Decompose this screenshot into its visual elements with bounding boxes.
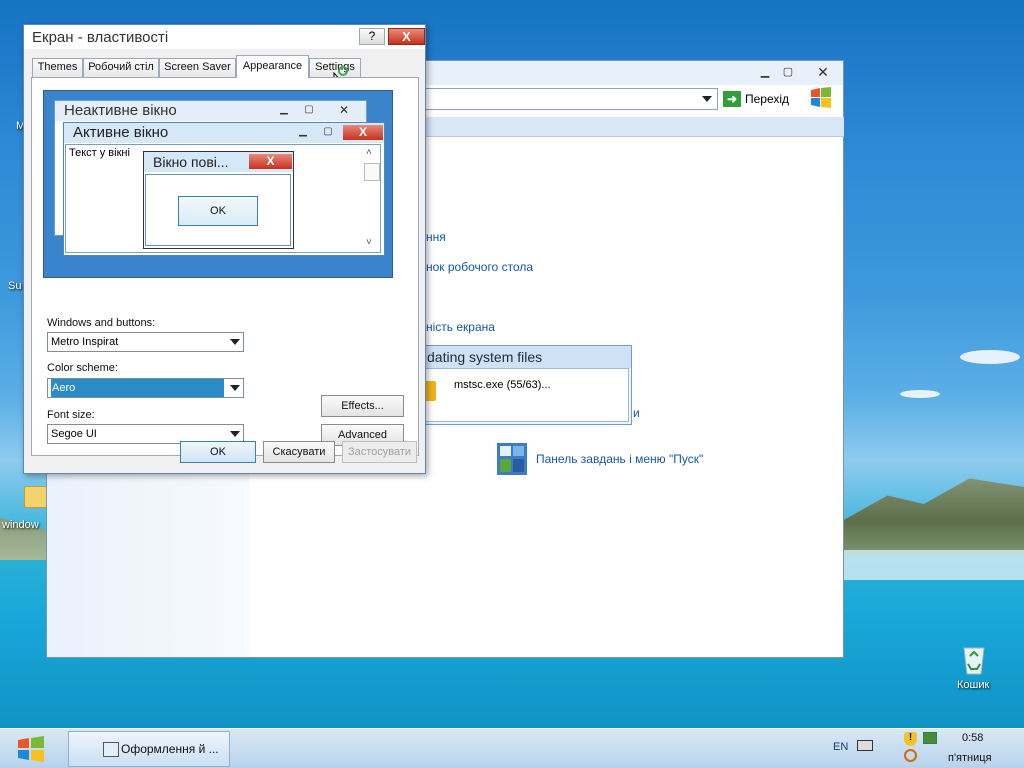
cp-link[interactable]: ння <box>426 230 446 244</box>
cp-link[interactable]: и <box>633 406 640 420</box>
address-bar[interactable] <box>422 88 718 110</box>
close-icon: X <box>249 154 292 169</box>
tab-screen-saver[interactable]: Screen Saver <box>159 58 236 77</box>
desktop-lake <box>842 550 1024 580</box>
preview-ok-button: OK <box>178 196 258 226</box>
dialog-title: Екран - властивості <box>32 29 169 46</box>
cloud <box>900 390 940 398</box>
desktop-icon-label[interactable]: Su <box>8 280 21 292</box>
folder-icon[interactable] <box>24 486 48 508</box>
recycle-bin-icon[interactable] <box>956 640 992 676</box>
color-scheme-label: Color scheme: <box>47 362 118 374</box>
windows-logo-icon <box>18 736 44 762</box>
go-button[interactable]: Перехід <box>745 92 789 106</box>
cp-link[interactable]: нок робочого стола <box>426 260 533 274</box>
tab-desktop[interactable]: Робочий стіл <box>83 58 159 77</box>
security-shield-icon[interactable]: ! <box>904 732 917 746</box>
progress-title: dating system files <box>419 346 631 368</box>
ok-button[interactable]: OK <box>180 441 256 463</box>
tab-appearance[interactable]: Appearance <box>236 55 309 78</box>
taskbar-settings-icon[interactable] <box>497 443 527 475</box>
chevron-down-icon[interactable] <box>230 385 240 391</box>
progress-file: mstsc.exe (55/63)... <box>454 379 551 391</box>
preview-window-text: Текст у вікні <box>69 147 130 159</box>
maximize-icon: ▢ <box>323 126 333 137</box>
update-progress-dialog: dating system files mstsc.exe (55/63)... <box>418 345 632 425</box>
font-size-label: Font size: <box>47 409 95 421</box>
scrollbar-thumb <box>364 163 380 181</box>
preview-message-box: Вікно пові... X OK <box>143 151 294 249</box>
close-icon: ✕ <box>338 103 350 117</box>
keyboard-icon[interactable] <box>857 740 873 751</box>
maximize-icon[interactable]: ▢ <box>777 65 799 79</box>
toolbar <box>422 117 844 137</box>
clock-day[interactable]: п'ятниця <box>948 752 992 764</box>
cloud <box>960 350 1020 364</box>
display-properties-icon <box>103 742 119 757</box>
close-icon[interactable]: ✕ <box>812 65 834 79</box>
effects-button[interactable]: Effects... <box>321 395 404 417</box>
windows-buttons-value: Metro Inspirat <box>51 336 119 348</box>
desktop-mountain <box>842 478 1024 555</box>
clock-time[interactable]: 0:58 <box>962 732 983 744</box>
dialog-titlebar: Екран - властивості ? X <box>24 25 425 49</box>
help-button[interactable]: ? <box>359 28 385 45</box>
color-scheme-select[interactable]: Aero <box>47 378 244 398</box>
scroll-up-icon: ˄ <box>366 147 372 158</box>
progress-body: mstsc.exe (55/63)... <box>419 368 629 422</box>
cp-link-taskbar[interactable]: Панель завдань і меню "Пуск" <box>536 452 703 466</box>
font-size-value: Segoe UI <box>51 428 97 440</box>
desktop-icon-label[interactable]: window <box>2 519 39 531</box>
start-button[interactable] <box>3 731 66 767</box>
go-arrow-icon[interactable]: ➜ <box>723 91 741 107</box>
chevron-down-icon[interactable] <box>230 339 240 345</box>
appearance-panel: Неактивне вікно ▁ ▢ ✕ Активне вікно ▁ ▢ … <box>31 77 419 456</box>
cancel-button[interactable]: Скасувати <box>263 441 335 463</box>
cp-link[interactable]: ність екрана <box>426 320 495 334</box>
scroll-down-icon: ˅ <box>366 237 372 248</box>
appearance-preview: Неактивне вікно ▁ ▢ ✕ Активне вікно ▁ ▢ … <box>43 90 393 278</box>
apply-button[interactable]: Застосувати <box>342 441 417 463</box>
windows-buttons-select[interactable]: Metro Inspirat <box>47 332 244 352</box>
network-icon[interactable] <box>923 732 937 744</box>
language-indicator[interactable]: EN <box>833 741 848 753</box>
preview-inactive-title: Неактивне вікно <box>55 101 366 121</box>
preview-msg-body: OK <box>145 174 291 246</box>
chevron-down-icon[interactable] <box>230 431 240 437</box>
display-properties-dialog: Екран - властивості ? X Themes Робочий с… <box>23 24 426 474</box>
search-icon[interactable] <box>904 749 917 762</box>
minimize-icon: ▁ <box>299 126 307 137</box>
chevron-down-icon[interactable] <box>702 96 712 102</box>
tab-themes[interactable]: Themes <box>32 58 83 77</box>
windows-logo-icon <box>809 87 839 113</box>
taskbar-item-label: Оформлення й ... <box>121 742 219 756</box>
taskbar-item[interactable]: Оформлення й ... <box>68 731 230 767</box>
maximize-icon: ▢ <box>304 104 314 115</box>
close-icon: X <box>343 125 383 140</box>
recycle-bin-label[interactable]: Кошик <box>957 679 989 691</box>
minimize-icon[interactable]: ▁ <box>754 65 776 79</box>
color-scheme-value: Aero <box>51 379 224 397</box>
minimize-icon: ▁ <box>280 104 288 115</box>
windows-buttons-label: Windows and buttons: <box>47 317 156 329</box>
close-button[interactable]: X <box>388 28 425 45</box>
taskbar: Оформлення й ... EN ! 0:58 п'ятниця <box>0 728 1024 768</box>
